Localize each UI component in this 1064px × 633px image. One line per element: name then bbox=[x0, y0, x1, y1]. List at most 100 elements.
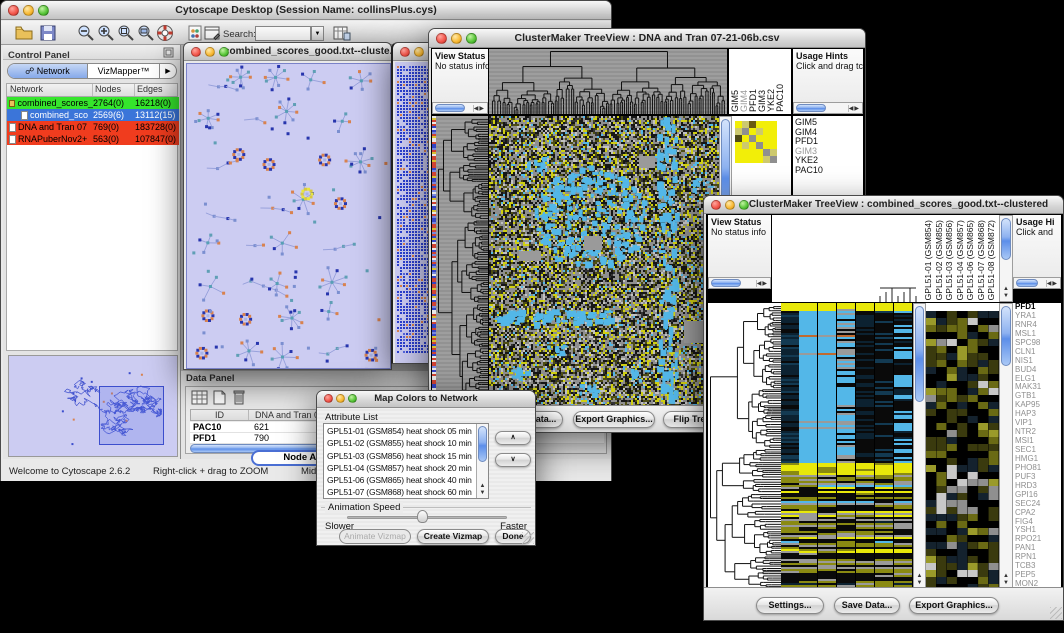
tv1-status-hscrollbar[interactable]: ◀▶ bbox=[432, 102, 488, 114]
tv2-gene-vscrollbar[interactable]: ▲▼ bbox=[999, 303, 1013, 589]
zoom-selected-icon[interactable] bbox=[117, 24, 135, 42]
table-browser-icon[interactable] bbox=[333, 24, 351, 42]
network-table-row[interactable]: DNA and Tran 07769(0)183728(0) bbox=[7, 121, 179, 133]
tv2-column-label[interactable]: GPL51-08 (GSM872) bbox=[986, 220, 997, 300]
attribute-list-item[interactable]: GPL51-07 (GSM868) heat shock 60 min bbox=[324, 486, 488, 498]
tv2-secondary-heatmap[interactable] bbox=[926, 303, 999, 589]
tv1-correlation-matrix[interactable] bbox=[735, 121, 777, 163]
close-button[interactable] bbox=[8, 5, 19, 16]
attribute-list-vscrollbar[interactable]: ▲▼ bbox=[476, 424, 488, 498]
col-header-nodes[interactable]: Nodes bbox=[93, 84, 135, 96]
delete-attribute-icon[interactable] bbox=[232, 389, 246, 405]
tv2-column-label[interactable]: GPL51-02 (GSM855) bbox=[934, 220, 945, 300]
tab-network[interactable]: ☍ Network bbox=[8, 64, 88, 78]
zoom-in-icon[interactable] bbox=[97, 24, 115, 42]
tab-vizmapper[interactable]: VizMapper™ bbox=[88, 64, 160, 78]
move-down-button[interactable]: ∨ bbox=[495, 453, 531, 467]
animation-speed-slider-thumb[interactable] bbox=[417, 510, 428, 523]
tv2-column-label[interactable]: GPL51-01 (GSM854) bbox=[923, 220, 934, 300]
tv1-export-graphics-button[interactable]: Export Graphics... bbox=[573, 411, 655, 428]
float-panel-icon[interactable] bbox=[163, 47, 174, 58]
tv1-usage-hscrollbar[interactable]: ◀▶ bbox=[793, 102, 863, 114]
tv1-row-label[interactable]: PAC10 bbox=[793, 166, 863, 176]
tv2-settings-button[interactable]: Settings... bbox=[756, 597, 824, 614]
tv2-usage-hscrollbar[interactable]: ◀▶ bbox=[1013, 277, 1061, 289]
tv2-collabel-vscrollbar[interactable]: ▲▼ bbox=[999, 215, 1013, 302]
col-header-network[interactable]: Network bbox=[7, 84, 93, 96]
move-up-button[interactable]: ∧ bbox=[495, 431, 531, 445]
search-dropdown-button[interactable]: ▼ bbox=[311, 26, 324, 41]
zoom-button[interactable] bbox=[38, 5, 49, 16]
window-controls bbox=[8, 5, 49, 16]
minimize-button[interactable] bbox=[725, 200, 735, 210]
attribute-listbox[interactable]: GPL51-01 (GSM854) heat shock 05 minGPL51… bbox=[323, 423, 489, 499]
tv2-export-graphics-button[interactable]: Export Graphics... bbox=[909, 597, 999, 614]
tv2-save-data-button[interactable]: Save Data... bbox=[834, 597, 900, 614]
animate-vizmap-button[interactable]: Animate Vizmap bbox=[339, 529, 411, 544]
zoom-out-icon[interactable] bbox=[77, 24, 95, 42]
minimize-button[interactable] bbox=[414, 47, 424, 57]
minimize-button[interactable] bbox=[205, 47, 215, 57]
close-button[interactable] bbox=[711, 200, 721, 210]
tv1-heatmap-canvas[interactable] bbox=[489, 116, 719, 407]
tab-overflow-button[interactable]: ▶ bbox=[160, 64, 176, 78]
attribute-list-item[interactable]: GPL51-06 (GSM865) heat shock 40 min bbox=[324, 474, 488, 486]
treeview1-titlebar[interactable]: ClusterMaker TreeView : DNA and Tran 07-… bbox=[429, 29, 865, 48]
tv2-column-dendrogram[interactable] bbox=[772, 215, 922, 302]
minimize-button[interactable] bbox=[23, 5, 34, 16]
open-folder-icon[interactable] bbox=[15, 24, 33, 42]
annotation-icon[interactable] bbox=[204, 24, 220, 42]
file-icon bbox=[9, 123, 16, 132]
close-button[interactable] bbox=[191, 47, 201, 57]
attribute-list-item[interactable]: GPL51-03 (GSM856) heat shock 15 min bbox=[324, 450, 488, 462]
network-nodes: 2764(0) bbox=[93, 97, 135, 109]
tv2-column-label[interactable]: GPL51-03 (GSM856) bbox=[944, 220, 955, 300]
network-edges: 183728(0) bbox=[135, 121, 177, 133]
tv2-column-label[interactable]: GPL51-07 (GSM868) bbox=[976, 220, 987, 300]
network-canvas[interactable] bbox=[186, 63, 391, 369]
tv2-heatmap-canvas[interactable] bbox=[781, 303, 913, 589]
vizmapper-icon[interactable] bbox=[188, 24, 202, 42]
close-button[interactable] bbox=[400, 47, 410, 57]
main-titlebar[interactable]: Cytoscape Desktop (Session Name: collins… bbox=[1, 1, 611, 20]
close-button[interactable] bbox=[324, 394, 333, 403]
search-input[interactable] bbox=[255, 26, 311, 41]
minimize-button[interactable] bbox=[336, 394, 345, 403]
attribute-list-item[interactable]: GPL51-01 (GSM854) heat shock 05 min bbox=[324, 425, 488, 437]
treeview2-titlebar[interactable]: ClusterMaker TreeView : combined_scores_… bbox=[704, 196, 1063, 214]
resize-grip[interactable] bbox=[522, 532, 534, 544]
close-button[interactable] bbox=[436, 33, 447, 44]
zoom-button[interactable] bbox=[466, 33, 477, 44]
tv1-column-dendrogram[interactable] bbox=[489, 49, 727, 114]
attribute-list-item[interactable]: GPL51-02 (GSM855) heat shock 10 min bbox=[324, 437, 488, 449]
tv2-status-hscrollbar[interactable]: ◀▶ bbox=[708, 277, 771, 289]
network-table-row[interactable]: RNAPuberNov2+563(0)107847(0) bbox=[7, 133, 179, 145]
zoom-button[interactable] bbox=[739, 200, 749, 210]
network-table-row[interactable]: combined_sco2569(6)13112(15) bbox=[7, 109, 179, 121]
help-lifering-icon[interactable] bbox=[156, 24, 174, 42]
birdseye-view-canvas[interactable] bbox=[8, 355, 178, 457]
data-col-id[interactable]: ID bbox=[191, 410, 249, 420]
table-mode-icon[interactable] bbox=[191, 390, 208, 405]
network-window-titlebar[interactable]: combined_scores_good.txt--cluste... bbox=[184, 43, 391, 61]
col-header-edges[interactable]: Edges bbox=[135, 84, 163, 96]
tv2-column-label[interactable]: GPL51-06 (GSM865) bbox=[965, 220, 976, 300]
tv1-column-label[interactable]: PAC10 bbox=[776, 84, 785, 112]
zoom-fit-icon[interactable] bbox=[137, 24, 155, 42]
tv2-heatmap-vscrollbar[interactable]: ▲▼ bbox=[913, 303, 926, 589]
dialog-titlebar[interactable]: Map Colors to Network bbox=[317, 391, 535, 408]
minimize-button[interactable] bbox=[451, 33, 462, 44]
network-edges: 107847(0) bbox=[135, 133, 177, 145]
main-window-title: Cytoscape Desktop (Session Name: collins… bbox=[175, 4, 436, 16]
zoom-button[interactable] bbox=[348, 394, 357, 403]
zoom-button[interactable] bbox=[219, 47, 229, 57]
tv2-row-dendrogram[interactable] bbox=[708, 303, 781, 589]
tv2-column-label[interactable]: GPL51-04 (GSM857) bbox=[955, 220, 966, 300]
create-vizmap-button[interactable]: Create Vizmap bbox=[417, 529, 489, 544]
save-icon[interactable] bbox=[39, 24, 57, 42]
new-attribute-icon[interactable] bbox=[213, 390, 226, 405]
tv1-row-dendrogram[interactable] bbox=[436, 116, 488, 407]
network-table-row[interactable]: combined_scores_2764(0)16218(0) bbox=[7, 97, 179, 109]
resize-grip[interactable] bbox=[1050, 607, 1062, 619]
attribute-list-item[interactable]: GPL51-04 (GSM857) heat shock 20 min bbox=[324, 462, 488, 474]
